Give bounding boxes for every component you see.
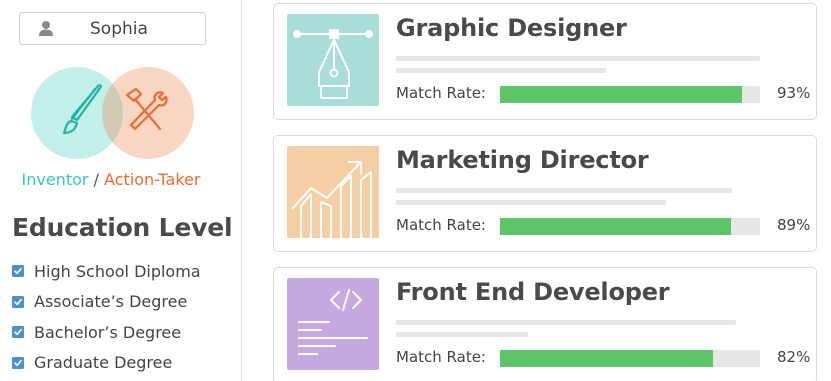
checkbox-checked-icon[interactable] <box>12 356 24 369</box>
user-selector[interactable]: Sophia <box>19 12 206 45</box>
job-title[interactable]: Front End Developer <box>396 278 670 306</box>
persona-label: Inventor / Action-Taker <box>0 170 222 189</box>
checkbox-checked-icon[interactable] <box>12 295 24 308</box>
description-placeholder-line <box>396 200 666 205</box>
education-item[interactable]: Associate’s Degree <box>12 287 201 318</box>
job-thumbnail <box>287 278 379 370</box>
education-item-label: Associate’s Degree <box>34 292 188 312</box>
match-rate-fill <box>500 218 732 235</box>
education-item[interactable]: High School Diploma <box>12 256 201 287</box>
pen-tool-icon <box>293 29 373 99</box>
description-placeholder-line <box>396 56 760 61</box>
match-rate-label: Match Rate: <box>396 348 486 366</box>
education-item[interactable]: Bachelor’s Degree <box>12 317 201 348</box>
persona-separator: / <box>88 170 105 189</box>
job-card-graphic-designer[interactable]: Graphic Designer Match Rate: 93% <box>273 3 817 120</box>
education-heading: Education Level <box>12 213 233 242</box>
persona-secondary: Action-Taker <box>104 170 201 189</box>
match-rate-bar <box>500 218 760 235</box>
education-item-label: Bachelor’s Degree <box>34 322 182 342</box>
persona-venn-diagram <box>31 67 194 159</box>
match-rate-fill <box>500 350 714 367</box>
match-rate-label: Match Rate: <box>396 216 486 234</box>
user-name: Sophia <box>90 19 148 39</box>
match-rate-percent: 89% <box>777 216 811 234</box>
person-icon <box>39 21 53 36</box>
sidebar-divider <box>241 0 242 381</box>
match-rate-bar <box>500 86 760 103</box>
description-placeholder-line <box>396 332 528 337</box>
description-placeholder-line <box>396 68 606 73</box>
persona-primary: Inventor <box>21 170 89 189</box>
checkbox-checked-icon[interactable] <box>12 326 24 339</box>
description-placeholder-line <box>396 320 736 325</box>
code-icon <box>298 289 368 355</box>
description-placeholder-line <box>396 188 732 193</box>
match-rate-percent: 93% <box>777 84 811 102</box>
job-card-front-end-developer[interactable]: Front End Developer Match Rate: 82% <box>273 267 817 381</box>
education-item[interactable]: Graduate Degree <box>12 348 201 379</box>
match-rate-fill <box>500 86 742 103</box>
job-thumbnail <box>287 146 379 238</box>
job-title[interactable]: Marketing Director <box>396 146 649 174</box>
job-card-marketing-director[interactable]: Marketing Director Match Rate: 89% <box>273 135 817 252</box>
job-thumbnail <box>287 14 379 106</box>
match-rate-percent: 82% <box>777 348 811 366</box>
job-title[interactable]: Graphic Designer <box>396 14 627 42</box>
growth-chart-icon <box>292 161 372 238</box>
match-rate-label: Match Rate: <box>396 84 486 102</box>
education-list: High School Diploma Associate’s Degree B… <box>12 256 201 378</box>
education-item-label: Graduate Degree <box>34 353 173 373</box>
checkbox-checked-icon[interactable] <box>12 265 24 278</box>
match-rate-bar <box>500 350 760 367</box>
education-item-label: High School Diploma <box>34 261 201 281</box>
